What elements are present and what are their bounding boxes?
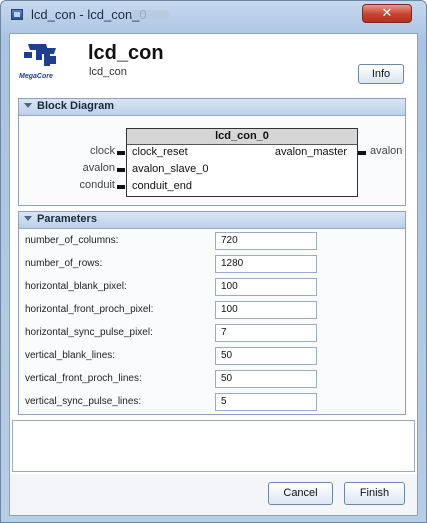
param-label: vertical_blank_lines: bbox=[25, 350, 116, 361]
app-icon bbox=[11, 9, 23, 20]
param-row: vertical_sync_pulse_lines: 5 bbox=[25, 393, 405, 413]
param-label: horizontal_sync_pulse_pixel: bbox=[25, 327, 153, 338]
collapse-triangle-icon bbox=[24, 216, 32, 221]
param-label: horizontal_blank_pixel: bbox=[25, 281, 127, 292]
param-row: vertical_blank_lines: 50 bbox=[25, 347, 405, 367]
close-button[interactable]: ✕ bbox=[362, 4, 412, 23]
block-diagram-title: Block Diagram bbox=[37, 100, 115, 112]
param-row: number_of_columns: 720 bbox=[25, 232, 405, 252]
vertical-front-proch-lines-input[interactable]: 50 bbox=[215, 370, 317, 388]
module-name: lcd_con bbox=[88, 42, 164, 64]
parameters-panel: Parameters number_of_columns: 720 number… bbox=[18, 211, 406, 415]
megacore-logo: MegaCore bbox=[19, 44, 56, 80]
number-of-rows-input[interactable]: 1280 bbox=[215, 255, 317, 273]
component-name: lcd_con_0 bbox=[127, 129, 357, 145]
component-box: lcd_con_0 clock_reset avalon_slave_0 con… bbox=[126, 128, 358, 197]
logo-text: MegaCore bbox=[19, 73, 53, 80]
dialog-content: MegaCore lcd_con lcd_con Info Block Diag… bbox=[9, 33, 418, 516]
param-label: number_of_columns: bbox=[25, 235, 119, 246]
horizontal-front-proch-pixel-input[interactable]: 100 bbox=[215, 301, 317, 319]
block-diagram-header[interactable]: Block Diagram bbox=[19, 99, 405, 116]
window-title: lcd_con - lcd_con_0 bbox=[31, 7, 147, 22]
param-label: vertical_sync_pulse_lines: bbox=[25, 396, 142, 407]
horizontal-blank-pixel-input[interactable]: 100 bbox=[215, 278, 317, 296]
info-button[interactable]: Info bbox=[358, 64, 404, 84]
avalon-out-connector bbox=[358, 151, 366, 155]
external-avalon-out: avalon bbox=[370, 145, 403, 157]
close-icon: ✕ bbox=[381, 6, 393, 21]
conduit-connector bbox=[117, 185, 125, 189]
vertical-sync-pulse-lines-input[interactable]: 5 bbox=[215, 393, 317, 411]
param-row: vertical_front_proch_lines: 50 bbox=[25, 370, 405, 390]
param-row: horizontal_sync_pulse_pixel: 7 bbox=[25, 324, 405, 344]
vertical-blank-lines-input[interactable]: 50 bbox=[215, 347, 317, 365]
block-diagram-panel: Block Diagram lcd_con_0 clock_reset aval… bbox=[18, 98, 406, 206]
interface-conduit-end: conduit_end bbox=[132, 180, 192, 192]
param-label: vertical_front_proch_lines: bbox=[25, 373, 142, 384]
parameters-header[interactable]: Parameters bbox=[19, 212, 405, 229]
button-bar: Cancel Finish bbox=[10, 474, 417, 515]
title-bar[interactable]: lcd_con - lcd_con_0 ✕ bbox=[1, 1, 426, 29]
title-blur-decoration bbox=[131, 10, 169, 19]
message-area bbox=[12, 420, 415, 472]
param-row: horizontal_front_proch_pixel: 100 bbox=[25, 301, 405, 321]
parameters-title: Parameters bbox=[37, 213, 97, 225]
cancel-button[interactable]: Cancel bbox=[268, 482, 333, 505]
param-row: number_of_rows: 1280 bbox=[25, 255, 405, 275]
clock-connector bbox=[117, 151, 125, 155]
external-avalon-in: avalon bbox=[82, 162, 115, 174]
module-type: lcd_con bbox=[89, 66, 127, 78]
external-clock: clock bbox=[89, 145, 115, 157]
number-of-columns-input[interactable]: 720 bbox=[215, 232, 317, 250]
param-label: number_of_rows: bbox=[25, 258, 103, 269]
dialog-window: lcd_con - lcd_con_0 ✕ MegaCore lcd_con l… bbox=[0, 0, 427, 523]
param-row: horizontal_blank_pixel: 100 bbox=[25, 278, 405, 298]
finish-button[interactable]: Finish bbox=[344, 482, 405, 505]
collapse-triangle-icon bbox=[24, 103, 32, 108]
horizontal-sync-pulse-pixel-input[interactable]: 7 bbox=[215, 324, 317, 342]
interface-avalon-slave: avalon_slave_0 bbox=[132, 163, 209, 175]
avalon-in-connector bbox=[117, 168, 125, 172]
interface-avalon-master: avalon_master bbox=[274, 146, 347, 158]
interface-clock-reset: clock_reset bbox=[132, 146, 188, 158]
external-conduit: conduit bbox=[79, 179, 115, 191]
param-label: horizontal_front_proch_pixel: bbox=[25, 304, 154, 315]
module-header: MegaCore lcd_con lcd_con Info bbox=[10, 34, 417, 88]
